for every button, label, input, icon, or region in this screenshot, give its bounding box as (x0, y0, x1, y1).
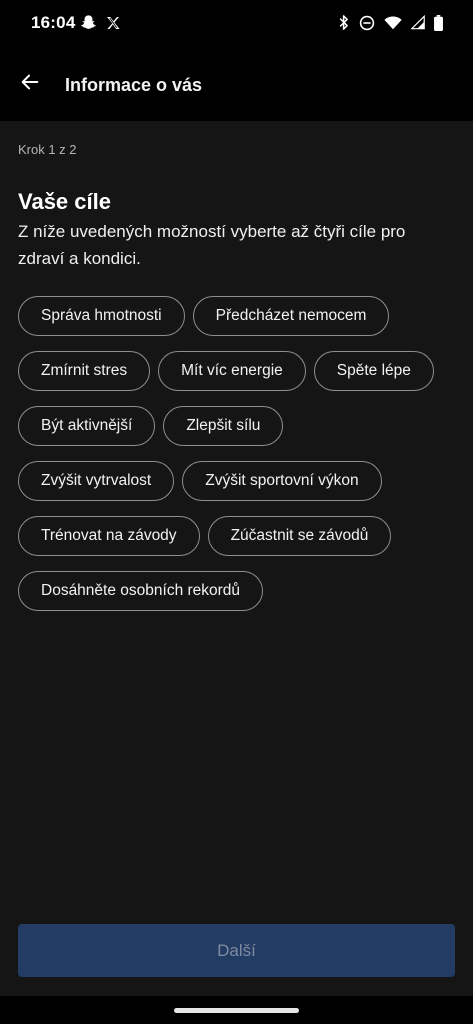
chip-row: Dosáhněte osobních rekordů (18, 571, 458, 611)
main-content: Krok 1 z 2 Vaše cíle Z níže uvedených mo… (0, 121, 473, 996)
goal-chip-sleep-better[interactable]: Spěte lépe (313, 351, 434, 391)
goal-chip-participate-in-races[interactable]: Zúčastnit se závodů (207, 516, 392, 556)
goal-chip-prevent-disease[interactable]: Předcházet nemocem (192, 296, 390, 336)
goal-chip-be-more-active[interactable]: Být aktivnější (18, 406, 156, 446)
goal-chip-sports-performance[interactable]: Zvýšit sportovní výkon (182, 461, 382, 501)
chip-row: Být aktivnější Zlepšit sílu (18, 406, 458, 446)
goal-chip-increase-endurance[interactable]: Zvýšit vytrvalost (18, 461, 175, 501)
goal-chip-reduce-stress[interactable]: Zmírnit stres (18, 351, 151, 391)
page-title: Vaše cíle (18, 189, 111, 214)
goal-chip-personal-records[interactable]: Dosáhněte osobních rekordů (18, 571, 264, 611)
goal-chip-train-for-races[interactable]: Trénovat na závody (18, 516, 200, 556)
status-time: 16:04 (31, 13, 76, 32)
navigation-bar (0, 996, 473, 1024)
next-button[interactable]: Další (18, 924, 455, 977)
system-icons (338, 14, 443, 36)
goal-chip-improve-strength[interactable]: Zlepšit sílu (163, 406, 284, 446)
chip-row: Zmírnit stres Mít víc energie Spěte lépe (18, 351, 458, 391)
chip-row: Správa hmotnosti Předcházet nemocem (18, 296, 458, 336)
goal-chip-more-energy[interactable]: Mít víc energie (158, 351, 306, 391)
battery-icon (434, 14, 443, 36)
app-title: Informace o vás (65, 75, 203, 95)
goal-chips: Správa hmotnosti Předcházet nemocem Zmír… (18, 296, 458, 611)
app-bar: Informace o vás (0, 48, 473, 121)
x-icon (105, 15, 121, 36)
step-indicator: Krok 1 z 2 (18, 142, 77, 157)
home-indicator[interactable] (174, 1008, 299, 1013)
page-description: Z níže uvedených možností vyberte až čty… (18, 222, 406, 268)
wifi-icon (384, 15, 402, 35)
goal-chip-weight-management[interactable]: Správa hmotnosti (18, 296, 185, 336)
notification-icons (80, 14, 121, 36)
bluetooth-icon (338, 14, 350, 36)
chip-row: Zvýšit vytrvalost Zvýšit sportovní výkon (18, 461, 458, 501)
arrow-back-icon (19, 71, 41, 98)
chip-row: Trénovat na závody Zúčastnit se závodů (18, 516, 458, 556)
back-button[interactable] (14, 68, 46, 100)
status-bar: 16:04 (0, 0, 473, 48)
do-not-disturb-icon (359, 15, 375, 36)
signal-icon (410, 14, 425, 35)
snapchat-icon (80, 14, 97, 36)
